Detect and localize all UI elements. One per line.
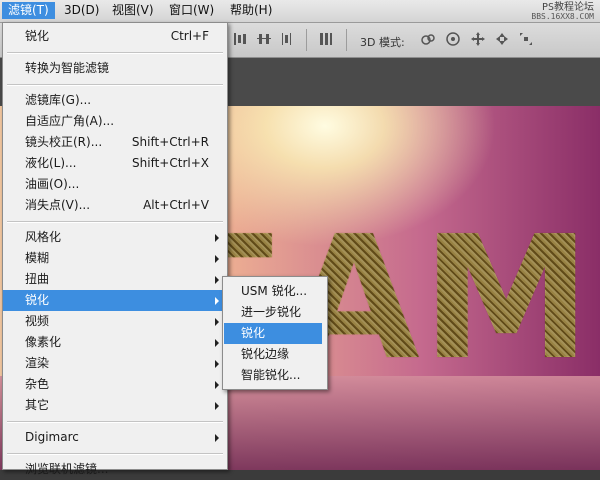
menu-item-label: 杂色 [25, 377, 50, 391]
filter-menu-item[interactable]: 锐化 Ctrl+F [3, 26, 227, 47]
menu-item-shortcut: Alt+Ctrl+V [143, 198, 209, 212]
menu-window[interactable]: 窗口(W) [163, 2, 220, 19]
pan-3d-icon[interactable] [470, 31, 486, 47]
menu-item-label: 扭曲 [25, 272, 50, 286]
filter-menu-item[interactable]: 杂色 [3, 374, 227, 395]
menu-item-label: Digimarc [25, 430, 79, 444]
menu-separator [7, 221, 223, 223]
menu-item-label: 自适应广角(A)... [25, 114, 115, 128]
submenu-arrow-icon [215, 297, 219, 305]
auto-align-icon[interactable] [318, 31, 334, 47]
sharpen-submenu-item[interactable]: 锐化 [224, 323, 322, 344]
menu-item-label: 消失点(V)... [25, 198, 91, 212]
filter-menu-item[interactable]: 滤镜库(G)... [3, 90, 227, 111]
filter-menu-item[interactable]: 镜头校正(R)... Shift+Ctrl+R [3, 132, 227, 153]
menu-separator [7, 84, 223, 86]
menu-item-shortcut: Ctrl+F [170, 29, 209, 43]
filter-menu-item[interactable]: 自适应广角(A)... [3, 111, 227, 132]
menu-item-label: 滤镜库(G)... [25, 93, 92, 107]
submenu-arrow-icon [215, 339, 219, 347]
submenu-item-label: USM 锐化... [241, 284, 308, 298]
rotate-3d-icon[interactable] [420, 31, 436, 47]
filter-menu-item[interactable]: 液化(L)... Shift+Ctrl+X [3, 153, 227, 174]
distribute-center-icon[interactable] [280, 31, 296, 47]
menu-bar: 滤镜(T) 3D(D) 视图(V) 窗口(W) 帮助(H) PS教程论坛 BBS… [0, 0, 600, 23]
filter-menu-item[interactable]: 锐化 [3, 290, 227, 311]
menu-separator [7, 421, 223, 423]
submenu-arrow-icon [215, 360, 219, 368]
menu-item-label: 油画(O)... [25, 177, 80, 191]
menu-item-label: 模糊 [25, 251, 50, 265]
filter-menu-item[interactable]: 模糊 [3, 248, 227, 269]
menu-3d[interactable]: 3D(D) [58, 2, 105, 19]
menu-separator [7, 453, 223, 455]
filter-menu-item[interactable]: Digimarc [3, 427, 227, 448]
menu-item-label: 风格化 [25, 230, 62, 244]
menu-item-shortcut: Shift+Ctrl+X [132, 156, 209, 170]
sharpen-submenu: USM 锐化... 进一步锐化锐化锐化边缘智能锐化... [222, 276, 328, 390]
submenu-item-label: 进一步锐化 [241, 305, 302, 319]
menu-item-label: 其它 [25, 398, 50, 412]
filter-menu: 锐化 Ctrl+F 转换为智能滤镜 滤镜库(G)... 自适应广角(A)... 镜头校正(… [2, 22, 228, 476]
menu-view[interactable]: 视图(V) [106, 2, 160, 19]
filter-menu-item[interactable]: 渲染 [3, 353, 227, 374]
submenu-arrow-icon [215, 402, 219, 410]
menu-item-label: 像素化 [25, 335, 62, 349]
filter-menu-item[interactable]: 风格化 [3, 227, 227, 248]
sharpen-submenu-item[interactable]: 进一步锐化 [224, 302, 322, 323]
menu-item-label: 镜头校正(R)... [25, 135, 103, 149]
menu-separator [7, 52, 223, 54]
toolbar-divider [346, 29, 347, 51]
menu-item-label: 锐化 [25, 293, 50, 307]
filter-menu-item[interactable]: 扭曲 [3, 269, 227, 290]
menu-item-label: 锐化 [25, 29, 50, 43]
slide-3d-icon[interactable] [494, 31, 510, 47]
submenu-arrow-icon [215, 234, 219, 242]
watermark-url: BBS.16XX8.COM [531, 12, 594, 21]
submenu-arrow-icon [215, 255, 219, 263]
distribute-icon[interactable] [256, 31, 272, 47]
filter-menu-item[interactable]: 消失点(V)... Alt+Ctrl+V [3, 195, 227, 216]
filter-menu-item[interactable]: 转换为智能滤镜 [3, 58, 227, 79]
sharpen-submenu-item[interactable]: 智能锐化... [224, 365, 322, 386]
submenu-arrow-icon [215, 318, 219, 326]
submenu-arrow-icon [215, 276, 219, 284]
menu-item-label: 液化(L)... [25, 156, 77, 170]
scale-3d-icon[interactable] [518, 31, 534, 47]
menu-item-label: 转换为智能滤镜 [25, 61, 110, 75]
align-icon[interactable] [232, 31, 248, 47]
sharpen-submenu-item[interactable]: USM 锐化... [224, 281, 322, 302]
submenu-arrow-icon [215, 381, 219, 389]
3d-mode-label: 3D 模式: [360, 36, 405, 49]
menu-item-label: 视频 [25, 314, 50, 328]
submenu-item-label: 锐化 [241, 326, 266, 340]
filter-menu-item[interactable]: 视频 [3, 311, 227, 332]
menu-filter[interactable]: 滤镜(T) [2, 2, 55, 19]
menu-item-label: 渲染 [25, 356, 50, 370]
filter-menu-item[interactable]: 其它 [3, 395, 227, 416]
sharpen-submenu-item[interactable]: 锐化边缘 [224, 344, 322, 365]
submenu-item-label: 智能锐化... [241, 368, 301, 382]
submenu-arrow-icon [215, 434, 219, 442]
roll-3d-icon[interactable] [445, 31, 461, 47]
filter-menu-item[interactable]: 像素化 [3, 332, 227, 353]
menu-help[interactable]: 帮助(H) [224, 2, 278, 19]
toolbar-divider [306, 29, 307, 51]
filter-menu-item[interactable]: 油画(O)... [3, 174, 227, 195]
menu-item-shortcut: Shift+Ctrl+R [131, 135, 209, 149]
submenu-item-label: 锐化边缘 [241, 347, 290, 361]
